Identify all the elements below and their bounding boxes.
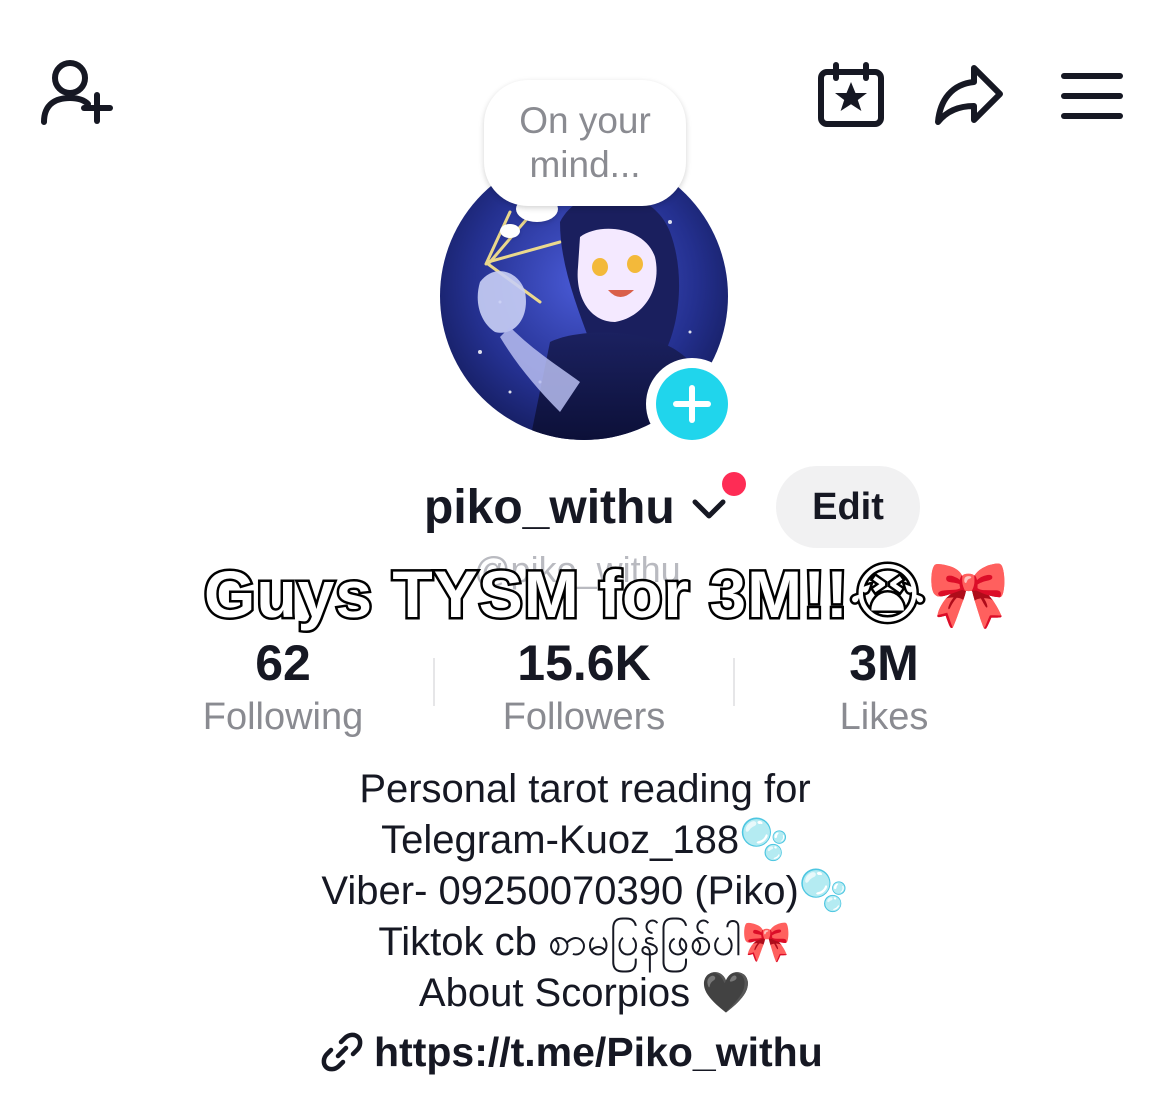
stat-value: 3M — [849, 635, 919, 691]
bio-line: Personal tarot reading for — [359, 767, 811, 811]
stat-following[interactable]: 62 Following — [133, 634, 433, 742]
bio-line: About Scorpios 🖤 — [418, 971, 752, 1015]
bio-link-text[interactable]: https://t.me/Piko_withu — [374, 1029, 823, 1076]
hamburger-menu-icon[interactable] — [1060, 70, 1124, 122]
link-icon — [320, 1030, 364, 1074]
stat-value: 62 — [255, 635, 311, 691]
add-friend-icon[interactable] — [38, 58, 118, 134]
bio-line: Telegram-Kuoz_188🫧 — [381, 818, 789, 862]
edit-profile-button[interactable]: Edit — [776, 466, 920, 548]
stat-label: Likes — [839, 696, 929, 738]
bio-line: Viber- 09250070390 (Piko)🫧 — [321, 869, 849, 913]
plus-icon — [656, 368, 728, 440]
share-arrow-icon[interactable] — [934, 62, 1006, 128]
stat-label: Following — [202, 696, 364, 738]
note-bubble-text: On your mind... — [519, 100, 651, 185]
bio-link[interactable]: https://t.me/Piko_withu — [320, 1024, 860, 1080]
stat-followers[interactable]: 15.6K Followers — [434, 634, 734, 742]
stat-label: Followers — [502, 696, 666, 738]
stat-likes[interactable]: 3M Likes — [734, 634, 1034, 742]
chevron-down-icon[interactable] — [690, 494, 728, 524]
username[interactable]: piko_withu — [424, 478, 675, 538]
calendar-star-icon[interactable] — [816, 62, 886, 128]
stat-value: 15.6K — [517, 635, 651, 691]
add-story-button[interactable] — [646, 358, 738, 450]
notification-dot — [722, 472, 746, 496]
bio: Personal tarot reading for Telegram-Kuoz… — [190, 764, 980, 1019]
note-bubble[interactable]: On your mind... — [484, 80, 686, 206]
bio-line: Tiktok cb စာမပြန်ဖြစ်ပါ🎀 — [378, 920, 792, 964]
bubble-tail-small — [500, 224, 520, 238]
overlay-caption: Guys TYSM for 3M!!😭🎀 — [201, 555, 1011, 634]
